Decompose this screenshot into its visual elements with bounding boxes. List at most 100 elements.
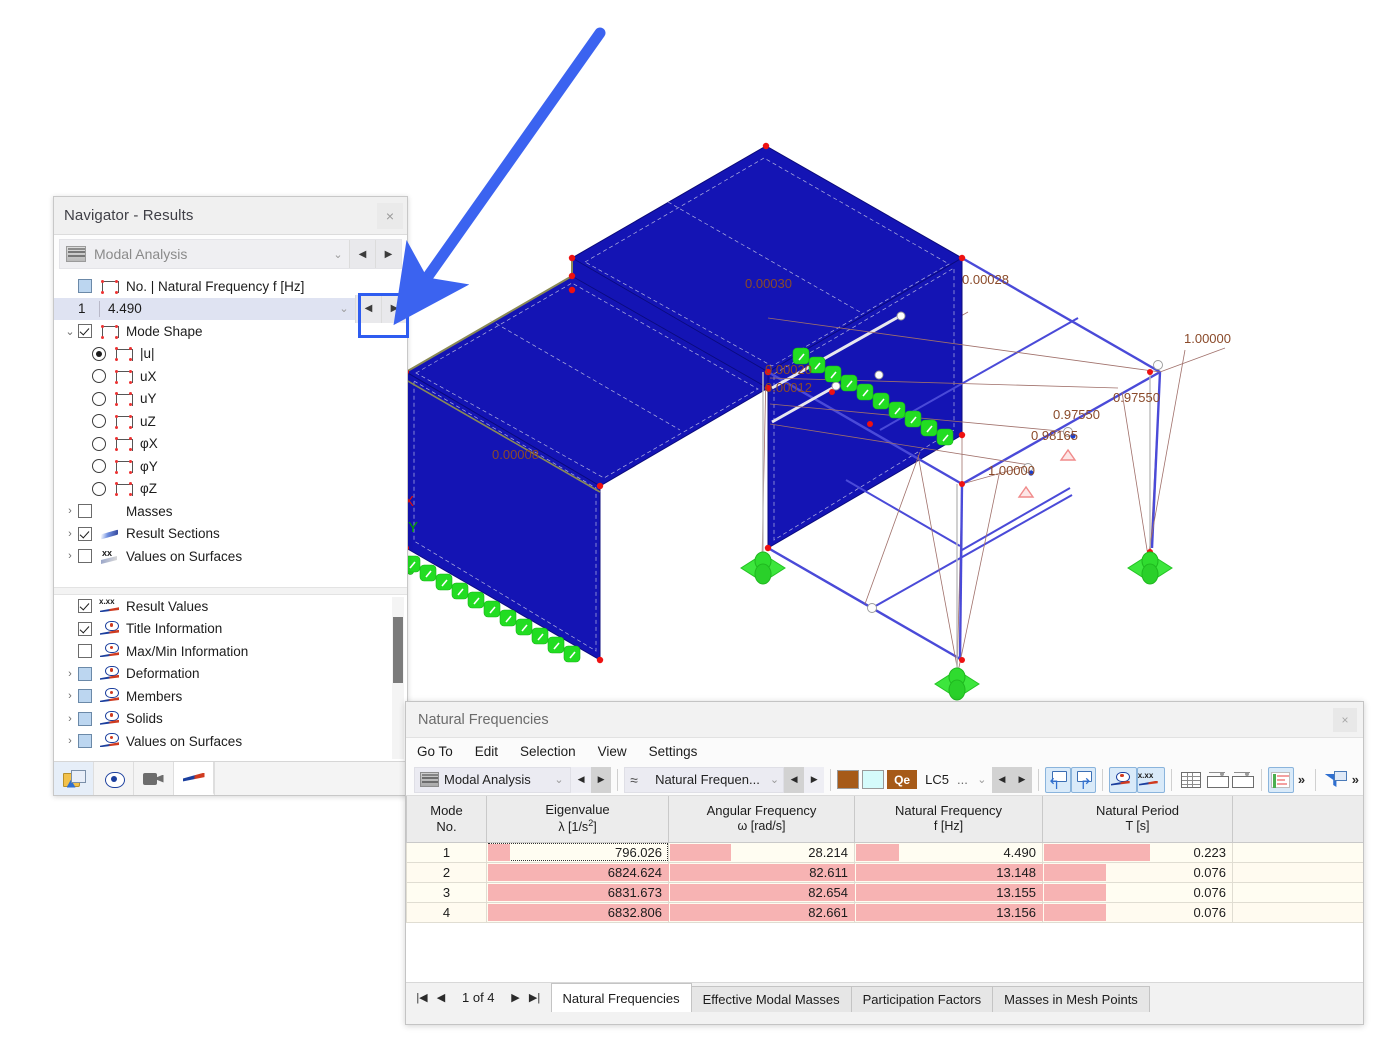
cell-angular[interactable]: 82.654	[668, 881, 855, 903]
navigator-results-panel[interactable]: Navigator - Results × Modal Analysis ⌄ ◀…	[53, 196, 408, 796]
tree-item-members[interactable]: › Members	[54, 685, 407, 708]
results-menubar[interactable]: Go To Edit Selection View Settings	[406, 738, 1363, 764]
cell-eigenvalue[interactable]: 6832.806	[486, 901, 669, 923]
menu-go-to[interactable]: Go To	[417, 744, 453, 759]
cell-frequency[interactable]: 13.156	[854, 901, 1043, 923]
qe-chip[interactable]: Qe	[887, 770, 918, 789]
analysis-prev-button-toolbar[interactable]: ◀	[571, 766, 592, 793]
display-navigator-tab[interactable]	[94, 762, 134, 795]
table-next-button[interactable]: ▶	[804, 766, 825, 793]
toolbar-analysis-combo[interactable]: Modal Analysis ⌄	[414, 766, 572, 793]
toolbar-overflow-1[interactable]: »	[1294, 772, 1309, 787]
radio-component-uz[interactable]	[92, 414, 106, 429]
cell-angular[interactable]: 82.661	[668, 901, 855, 923]
tab-natural-frequencies[interactable]: Natural Frequencies	[550, 983, 692, 1012]
mode-chevron-down-icon[interactable]: ⌄	[333, 302, 355, 315]
expander-deformation[interactable]: ›	[62, 668, 78, 680]
checkbox-masses[interactable]	[78, 504, 92, 519]
cell-frequency[interactable]: 4.490	[854, 841, 1043, 863]
expander-values-on-surfaces[interactable]: ›	[62, 550, 78, 562]
checkbox-maxmin-information[interactable]	[78, 644, 92, 659]
filter-button[interactable]	[1322, 767, 1348, 793]
checkbox-members[interactable]	[78, 689, 92, 704]
expander-members[interactable]: ›	[62, 690, 78, 702]
tree-item-component-ux[interactable]: uX	[54, 365, 407, 388]
mode-prev-button[interactable]: ◀	[355, 294, 381, 323]
radio-component-phix[interactable]	[92, 436, 106, 451]
analysis-next-button[interactable]: ▶	[375, 240, 401, 268]
table-row[interactable]: 2 6824.624 82.611 13.148 0.076	[406, 861, 1363, 883]
cell-period[interactable]: 0.076	[1042, 861, 1233, 883]
chevron-down-icon-mode-shape[interactable]: ⌄	[62, 325, 78, 338]
checkbox-title-information[interactable]	[78, 621, 92, 636]
navigator-scrollbar[interactable]	[392, 597, 404, 759]
show-data-bars-button[interactable]	[1268, 766, 1294, 793]
analysis-prev-button[interactable]: ◀	[349, 240, 375, 268]
table-row[interactable]: 4 6832.806 82.661 13.156 0.076	[406, 901, 1363, 923]
natural-frequencies-window[interactable]: Natural Frequencies × Go To Edit Selecti…	[405, 701, 1364, 1025]
show-result-values-button[interactable]	[1137, 766, 1166, 793]
color-swatch-brown[interactable]	[837, 770, 860, 789]
cell-mode-no[interactable]: 2	[406, 861, 487, 883]
tree-item-component-phix[interactable]: φX	[54, 433, 407, 456]
loadcase-next-button[interactable]: ▶	[1011, 766, 1032, 793]
chevron-down-icon-analysis[interactable]: ⌄	[548, 773, 570, 786]
navigator-display-tree[interactable]: Result Values Title Information Max/Min …	[54, 595, 407, 761]
table-view-selected-button[interactable]	[1204, 767, 1230, 793]
tree-item-deformation[interactable]: › Deformation	[54, 663, 407, 686]
expander-values-on-surfaces-lower[interactable]: ›	[62, 735, 78, 747]
chevron-down-icon-table[interactable]: ⌄	[766, 773, 783, 786]
mode-next-button[interactable]: ▶	[381, 294, 407, 323]
cell-eigenvalue[interactable]: 6824.624	[486, 861, 669, 883]
table-prev-button[interactable]: ◀	[784, 766, 805, 793]
show-title-information-button[interactable]	[1109, 766, 1138, 793]
cell-mode-no[interactable]: 3	[406, 881, 487, 903]
cell-eigenvalue[interactable]: 796.026	[486, 841, 669, 863]
col-natural-frequency[interactable]: Natural Frequency f [Hz]	[854, 796, 1043, 843]
expander-solids[interactable]: ›	[62, 713, 78, 725]
toolbar-table-combo[interactable]: ≈ Natural Frequen... ⌄	[624, 766, 785, 793]
pager-last-button[interactable]: ▶|	[527, 991, 543, 1004]
navigator-scrollbar-thumb[interactable]	[393, 617, 403, 683]
cell-angular[interactable]: 28.214	[668, 841, 855, 863]
col-angular-frequency[interactable]: Angular Frequency ω [rad/s]	[668, 796, 855, 843]
loadcase-prev-button[interactable]: ◀	[991, 766, 1012, 793]
tree-item-component-phiz[interactable]: φZ	[54, 478, 407, 501]
tab-effective-modal-masses[interactable]: Effective Modal Masses	[690, 986, 852, 1012]
cell-angular[interactable]: 82.611	[668, 861, 855, 883]
col-eigenvalue[interactable]: Eigenvalue λ [1/s2]	[486, 796, 669, 843]
menu-settings[interactable]: Settings	[649, 744, 698, 759]
col-empty[interactable]	[1232, 796, 1363, 843]
navigator-tab-bar[interactable]	[54, 761, 407, 795]
tree-item-mode-shape[interactable]: ⌄ Mode Shape	[54, 320, 407, 343]
tree-item-result-values[interactable]: Result Values	[54, 595, 407, 618]
table-view-filtered-button[interactable]	[1230, 767, 1256, 793]
cell-empty[interactable]	[1232, 901, 1363, 923]
close-icon-results[interactable]: ×	[1333, 707, 1357, 732]
chevron-down-icon[interactable]: ⌄	[327, 248, 349, 261]
tree-item-component-u[interactable]: |u|	[54, 343, 407, 366]
pager-prev-button[interactable]: ◀	[433, 991, 449, 1004]
expander-result-sections[interactable]: ›	[62, 528, 78, 540]
cell-frequency[interactable]: 13.155	[854, 881, 1043, 903]
cell-eigenvalue[interactable]: 6831.673	[486, 881, 669, 903]
close-icon[interactable]: ×	[377, 202, 403, 229]
tab-participation-factors[interactable]: Participation Factors	[850, 986, 994, 1012]
tree-item-component-uy[interactable]: uY	[54, 388, 407, 411]
cell-period[interactable]: 0.076	[1042, 881, 1233, 903]
go-to-previous-button[interactable]	[1044, 766, 1071, 793]
cell-empty[interactable]	[1232, 881, 1363, 903]
tree-item-result-sections[interactable]: › Result Sections	[54, 523, 407, 546]
col-natural-period[interactable]: Natural Period T [s]	[1042, 796, 1233, 843]
cell-empty[interactable]	[1232, 861, 1363, 883]
menu-edit[interactable]: Edit	[475, 744, 498, 759]
tree-item-masses[interactable]: › Masses	[54, 500, 407, 523]
checkbox-result-values[interactable]	[78, 599, 92, 614]
tab-masses-in-mesh-points[interactable]: Masses in Mesh Points	[992, 986, 1150, 1012]
radio-component-u[interactable]	[92, 346, 106, 361]
results-navigator-tab[interactable]	[174, 762, 214, 795]
tree-item-solids[interactable]: › Solids	[54, 708, 407, 731]
views-navigator-tab[interactable]	[134, 762, 174, 795]
checkbox-solids[interactable]	[78, 711, 92, 726]
pager-next-button[interactable]: ▶	[508, 991, 524, 1004]
